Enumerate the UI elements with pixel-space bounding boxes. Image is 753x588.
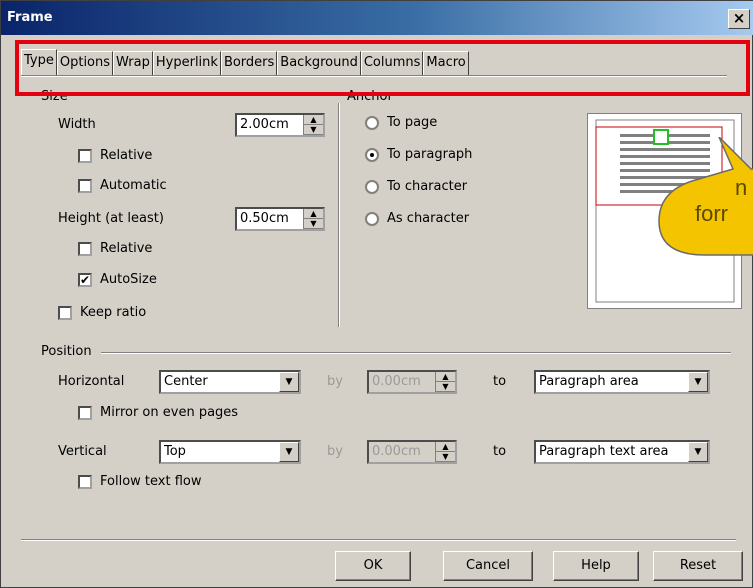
chevron-down-icon[interactable]: ▼ [279,442,299,462]
spin-down-icon[interactable]: ▼ [304,219,323,229]
ok-button[interactable]: OK [335,551,411,581]
width-relative-label: Relative [100,148,153,163]
spin-down-icon[interactable]: ▼ [304,125,323,135]
anchor-to-character-radio[interactable] [365,180,379,194]
tooltip-line-2: forr [695,201,728,226]
spin-down-icon[interactable]: ▼ [436,452,455,462]
reset-button[interactable]: Reset [653,551,743,581]
height-label: Height (at least) [58,211,164,226]
anchor-to-page-radio[interactable] [365,116,379,130]
vertical-select[interactable]: Top ▼ [159,440,301,464]
horizontal-by-label: by [327,374,343,389]
follow-text-flow-label: Follow text flow [100,474,202,489]
anchor-as-character-radio[interactable] [365,212,379,226]
title-bar: Frame × [1,1,753,35]
height-relative-label: Relative [100,241,153,256]
autosize-label: AutoSize [100,272,157,287]
anchor-as-character-label: As character [387,211,470,226]
height-spinner[interactable]: 0.50cm ▲ ▼ [235,207,325,231]
horizontal-by-spin-buttons[interactable]: ▲ ▼ [435,372,455,392]
width-relative-checkbox[interactable] [78,149,92,163]
button-separator [21,539,736,541]
vertical-to-select[interactable]: Paragraph text area ▼ [534,440,710,464]
horizontal-value: Center [164,374,208,389]
height-spin-buttons[interactable]: ▲ ▼ [303,209,323,229]
anchor-to-page-label: To page [387,115,438,130]
vertical-by-label: by [327,444,343,459]
vertical-by-spinner[interactable]: 0.00cm ▲ ▼ [367,440,457,464]
autosize-checkbox[interactable]: ✔ [78,273,92,287]
height-relative-checkbox[interactable] [78,242,92,256]
vertical-to-label: to [493,444,507,459]
automatic-label: Automatic [100,178,167,193]
tooltip-line-1: n [735,175,747,200]
width-label: Width [58,117,96,132]
vertical-by-spin-buttons[interactable]: ▲ ▼ [435,442,455,462]
vertical-label: Vertical [58,444,107,459]
width-value: 2.00cm [240,117,289,132]
spin-down-icon[interactable]: ▼ [436,382,455,392]
width-spinner[interactable]: 2.00cm ▲ ▼ [235,113,325,137]
chevron-down-icon[interactable]: ▼ [279,372,299,392]
spin-up-icon[interactable]: ▲ [304,115,323,125]
tab-strip-highlight [15,40,750,96]
help-button[interactable]: Help [553,551,639,581]
spin-up-icon[interactable]: ▲ [436,442,455,452]
follow-text-flow-checkbox[interactable] [78,475,92,489]
horizontal-by-spinner[interactable]: 0.00cm ▲ ▼ [367,370,457,394]
horizontal-select[interactable]: Center ▼ [159,370,301,394]
horizontal-by-value: 0.00cm [372,374,421,389]
automatic-checkbox[interactable] [78,179,92,193]
anchor-to-paragraph-radio[interactable] [365,148,379,162]
horizontal-label: Horizontal [58,374,125,389]
vertical-value: Top [164,444,186,459]
position-group-line [101,352,731,354]
chevron-down-icon[interactable]: ▼ [688,442,708,462]
horizontal-to-value: Paragraph area [539,374,639,389]
anchor-to-paragraph-label: To paragraph [387,147,473,162]
chevron-down-icon[interactable]: ▼ [688,372,708,392]
width-spin-buttons[interactable]: ▲ ▼ [303,115,323,135]
frame-dialog: Frame × Type Options Wrap Hyperlink Bord… [0,0,753,588]
spin-up-icon[interactable]: ▲ [436,372,455,382]
size-anchor-divider [338,103,340,327]
tooltip-callout: n forr [658,137,753,256]
height-value: 0.50cm [240,211,289,226]
position-group-label: Position [41,344,92,359]
horizontal-to-label: to [493,374,507,389]
vertical-to-value: Paragraph text area [539,444,669,459]
anchor-to-character-label: To character [387,179,468,194]
cancel-button[interactable]: Cancel [443,551,533,581]
keep-ratio-label: Keep ratio [80,305,147,320]
mirror-checkbox[interactable] [78,406,92,420]
horizontal-to-select[interactable]: Paragraph area ▼ [534,370,710,394]
mirror-label: Mirror on even pages [100,405,239,420]
vertical-by-value: 0.00cm [372,444,421,459]
spin-up-icon[interactable]: ▲ [304,209,323,219]
window-title: Frame [7,10,53,25]
close-button[interactable]: × [728,9,750,29]
keep-ratio-checkbox[interactable] [58,306,72,320]
